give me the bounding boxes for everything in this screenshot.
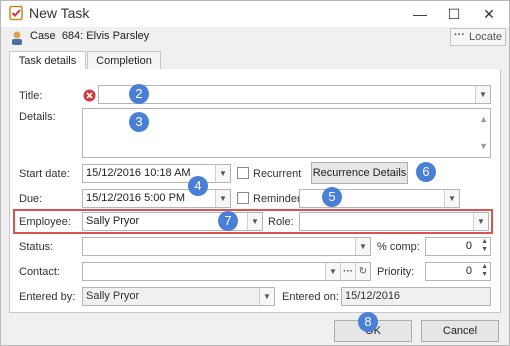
chevron-down-icon[interactable]: ▼	[247, 213, 262, 230]
spinner-down-icon[interactable]: ▼	[481, 246, 488, 254]
priority-spinner[interactable]: 0 ▲ ▼	[425, 262, 491, 281]
due-input[interactable]: 15/12/2016 5:00 PM ▼	[82, 189, 231, 208]
case-name: Elvis Parsley	[86, 30, 150, 42]
case-info: Case 684: Elvis Parsley	[30, 30, 149, 42]
due-value: 15/12/2016 5:00 PM	[86, 192, 186, 204]
callout-marker: 5	[322, 187, 342, 207]
tab-task-details[interactable]: Task details	[9, 51, 86, 71]
contact-label: Contact:	[19, 266, 60, 278]
window-title: New Task	[29, 5, 90, 21]
entered-on-label: Entered on:	[282, 291, 339, 303]
person-icon	[9, 30, 25, 46]
tab-task-details-label: Task details	[18, 55, 77, 67]
close-icon[interactable]: ✕	[472, 1, 506, 27]
status-label: Status:	[19, 241, 54, 253]
chevron-down-icon[interactable]: ▼	[325, 263, 340, 280]
callout-marker: 7	[218, 211, 238, 231]
error-icon	[83, 89, 96, 102]
spinner-up-icon[interactable]: ▲	[481, 263, 488, 271]
entered-by-label: Entered by:	[19, 291, 76, 303]
entered-on-value: 15/12/2016	[345, 290, 401, 302]
recurrent-checkbox[interactable]	[237, 167, 249, 179]
recurrent-label: Recurrent	[253, 168, 302, 180]
callout-marker: 3	[129, 112, 149, 132]
tab-completion[interactable]: Completion	[87, 51, 161, 70]
callout-marker: 6	[416, 162, 436, 182]
priority-label: Priority:	[377, 266, 415, 278]
callout-marker: 2	[129, 84, 149, 104]
entered-on-field: 15/12/2016	[341, 287, 491, 306]
spinner-down-icon[interactable]: ▼	[481, 271, 488, 279]
tab-completion-label: Completion	[96, 55, 152, 67]
locate-label: Locate	[469, 31, 503, 43]
more-icon: ···	[454, 29, 465, 41]
cancel-label: Cancel	[442, 325, 478, 337]
refresh-icon[interactable]: ↻	[355, 263, 370, 280]
chevron-down-icon[interactable]: ▼	[473, 213, 488, 230]
spinner-up-icon[interactable]: ▲	[481, 238, 488, 246]
start-date-value: 15/12/2016 10:18 AM	[86, 167, 191, 179]
scroll-down-icon[interactable]: ▼	[479, 138, 488, 155]
reminder-checkbox[interactable]	[237, 192, 249, 204]
title-input[interactable]: ▼	[98, 85, 491, 104]
chevron-down-icon[interactable]: ▼	[215, 190, 230, 207]
role-label: Role:	[268, 216, 294, 228]
title-label: Title:	[19, 90, 43, 102]
callout-marker: 4	[188, 176, 208, 196]
start-date-label: Start date:	[19, 168, 70, 180]
percent-comp-value: 0	[465, 240, 472, 252]
employee-label: Employee:	[19, 216, 71, 228]
start-date-input[interactable]: 15/12/2016 10:18 AM ▼	[82, 164, 231, 183]
chevron-down-icon[interactable]: ▼	[444, 190, 459, 207]
chevron-down-icon[interactable]: ▼	[215, 165, 230, 182]
minimize-icon[interactable]: —	[403, 1, 437, 27]
cancel-button[interactable]: Cancel	[421, 320, 499, 342]
status-select[interactable]: ▼	[82, 237, 371, 256]
percent-comp-spinner[interactable]: 0 ▲ ▼	[425, 237, 491, 256]
chevron-down-icon[interactable]: ▼	[475, 86, 490, 103]
callout-marker: 8	[358, 312, 378, 332]
employee-value: Sally Pryor	[86, 215, 140, 227]
entered-by-value: Sally Pryor	[86, 290, 140, 302]
entered-by-select: Sally Pryor ▼	[82, 287, 275, 306]
task-app-icon	[8, 5, 24, 21]
locate-button[interactable]: ··· Locate	[450, 28, 506, 46]
chevron-down-icon: ▼	[259, 288, 274, 305]
details-label: Details:	[19, 111, 56, 123]
priority-value: 0	[465, 265, 472, 277]
case-number: 684:	[61, 30, 84, 42]
more-icon[interactable]: ···	[340, 263, 355, 280]
scroll-up-icon[interactable]: ▲	[479, 111, 488, 128]
percent-comp-label: % comp:	[377, 241, 420, 253]
contact-select[interactable]: ▼ ··· ↻	[82, 262, 371, 281]
due-label: Due:	[19, 193, 43, 205]
recurrence-details-button[interactable]: Recurrence Details	[311, 162, 408, 184]
case-label: Case	[30, 30, 56, 42]
role-select[interactable]: ▼	[299, 212, 489, 231]
recurrence-details-label: Recurrence Details	[312, 167, 407, 179]
chevron-down-icon[interactable]: ▼	[355, 238, 370, 255]
reminder-label: Reminder	[253, 193, 301, 205]
maximize-icon[interactable]: ☐	[437, 1, 471, 27]
